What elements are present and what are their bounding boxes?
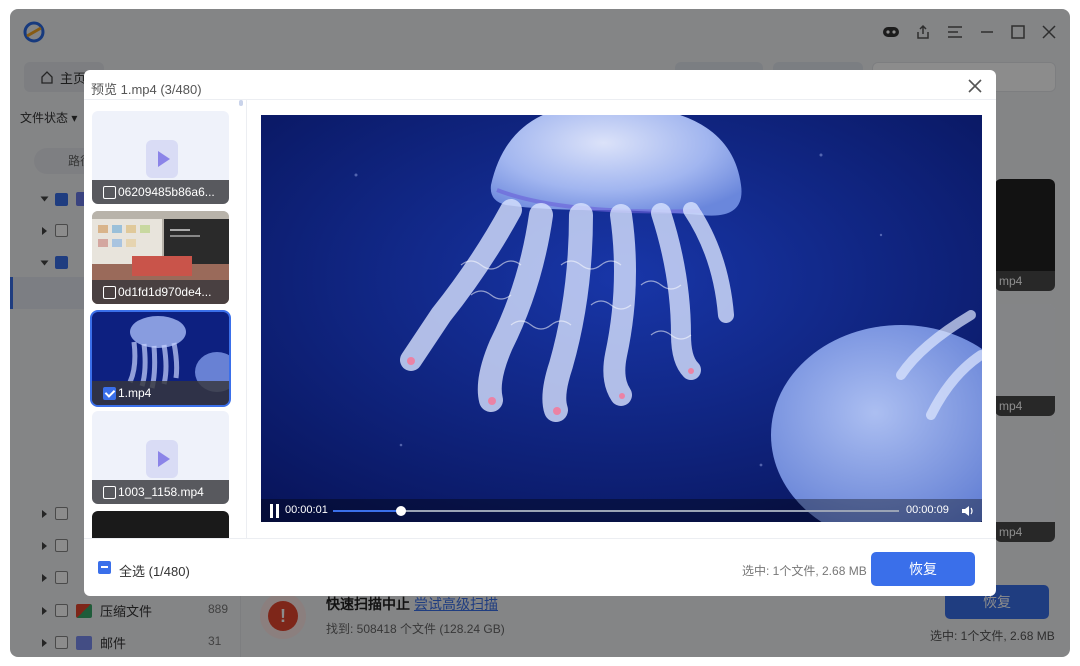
thumbnail-scrollbar[interactable] — [239, 100, 243, 106]
selected-info: 选中: 1个文件, 2.68 MB — [742, 564, 867, 578]
progress-track[interactable] — [333, 506, 899, 516]
player-controls: 00:00:01 00:00:09 — [261, 499, 982, 522]
video-placeholder-icon — [146, 440, 178, 478]
video-placeholder-icon — [146, 140, 178, 178]
recover-button[interactable]: 恢复 — [871, 552, 975, 586]
thumbnail-card[interactable]: 0d1fd1d970de4... — [92, 211, 229, 304]
thumbnail-card[interactable]: 06209485b86a6... — [92, 111, 229, 204]
progress-fill — [333, 510, 401, 512]
thumbnail-card-selected[interactable]: 1.mp4 — [90, 310, 231, 407]
dialog-title: 预览 1.mp4 (3/480) — [91, 82, 202, 97]
dialog-footer: 全选 (1/480) 选中: 1个文件, 2.68 MB 恢复 — [84, 538, 996, 596]
thumbnail-card-partial[interactable] — [92, 511, 229, 538]
thumbnail-checkbox[interactable] — [103, 486, 116, 499]
thumbnail-list[interactable]: 06209485b86a6... 0d1fd1d970de4... 1.mp4 … — [84, 100, 240, 538]
video-player[interactable] — [261, 115, 982, 522]
jellyfish-video-frame — [261, 115, 982, 522]
duration: 00:00:09 — [906, 504, 949, 516]
thumbnail-divider — [246, 100, 247, 538]
progress-knob[interactable] — [395, 506, 406, 516]
thumbnail-checkbox-checked[interactable] — [103, 387, 116, 400]
pause-icon[interactable] — [269, 504, 281, 518]
select-all-label[interactable]: 全选 (1/480) — [119, 561, 190, 580]
thumbnail-checkbox[interactable] — [103, 186, 116, 199]
thumbnail-checkbox[interactable] — [103, 286, 116, 299]
thumbnail-card[interactable]: 1003_1158.mp4 — [92, 411, 229, 504]
volume-icon[interactable] — [961, 504, 975, 518]
current-time: 00:00:01 — [285, 504, 328, 516]
select-all-checkbox[interactable] — [98, 561, 111, 574]
preview-dialog: 预览 1.mp4 (3/480) 06209485b86a6... 0d1fd1… — [84, 70, 996, 596]
dialog-close-icon[interactable] — [964, 75, 986, 97]
